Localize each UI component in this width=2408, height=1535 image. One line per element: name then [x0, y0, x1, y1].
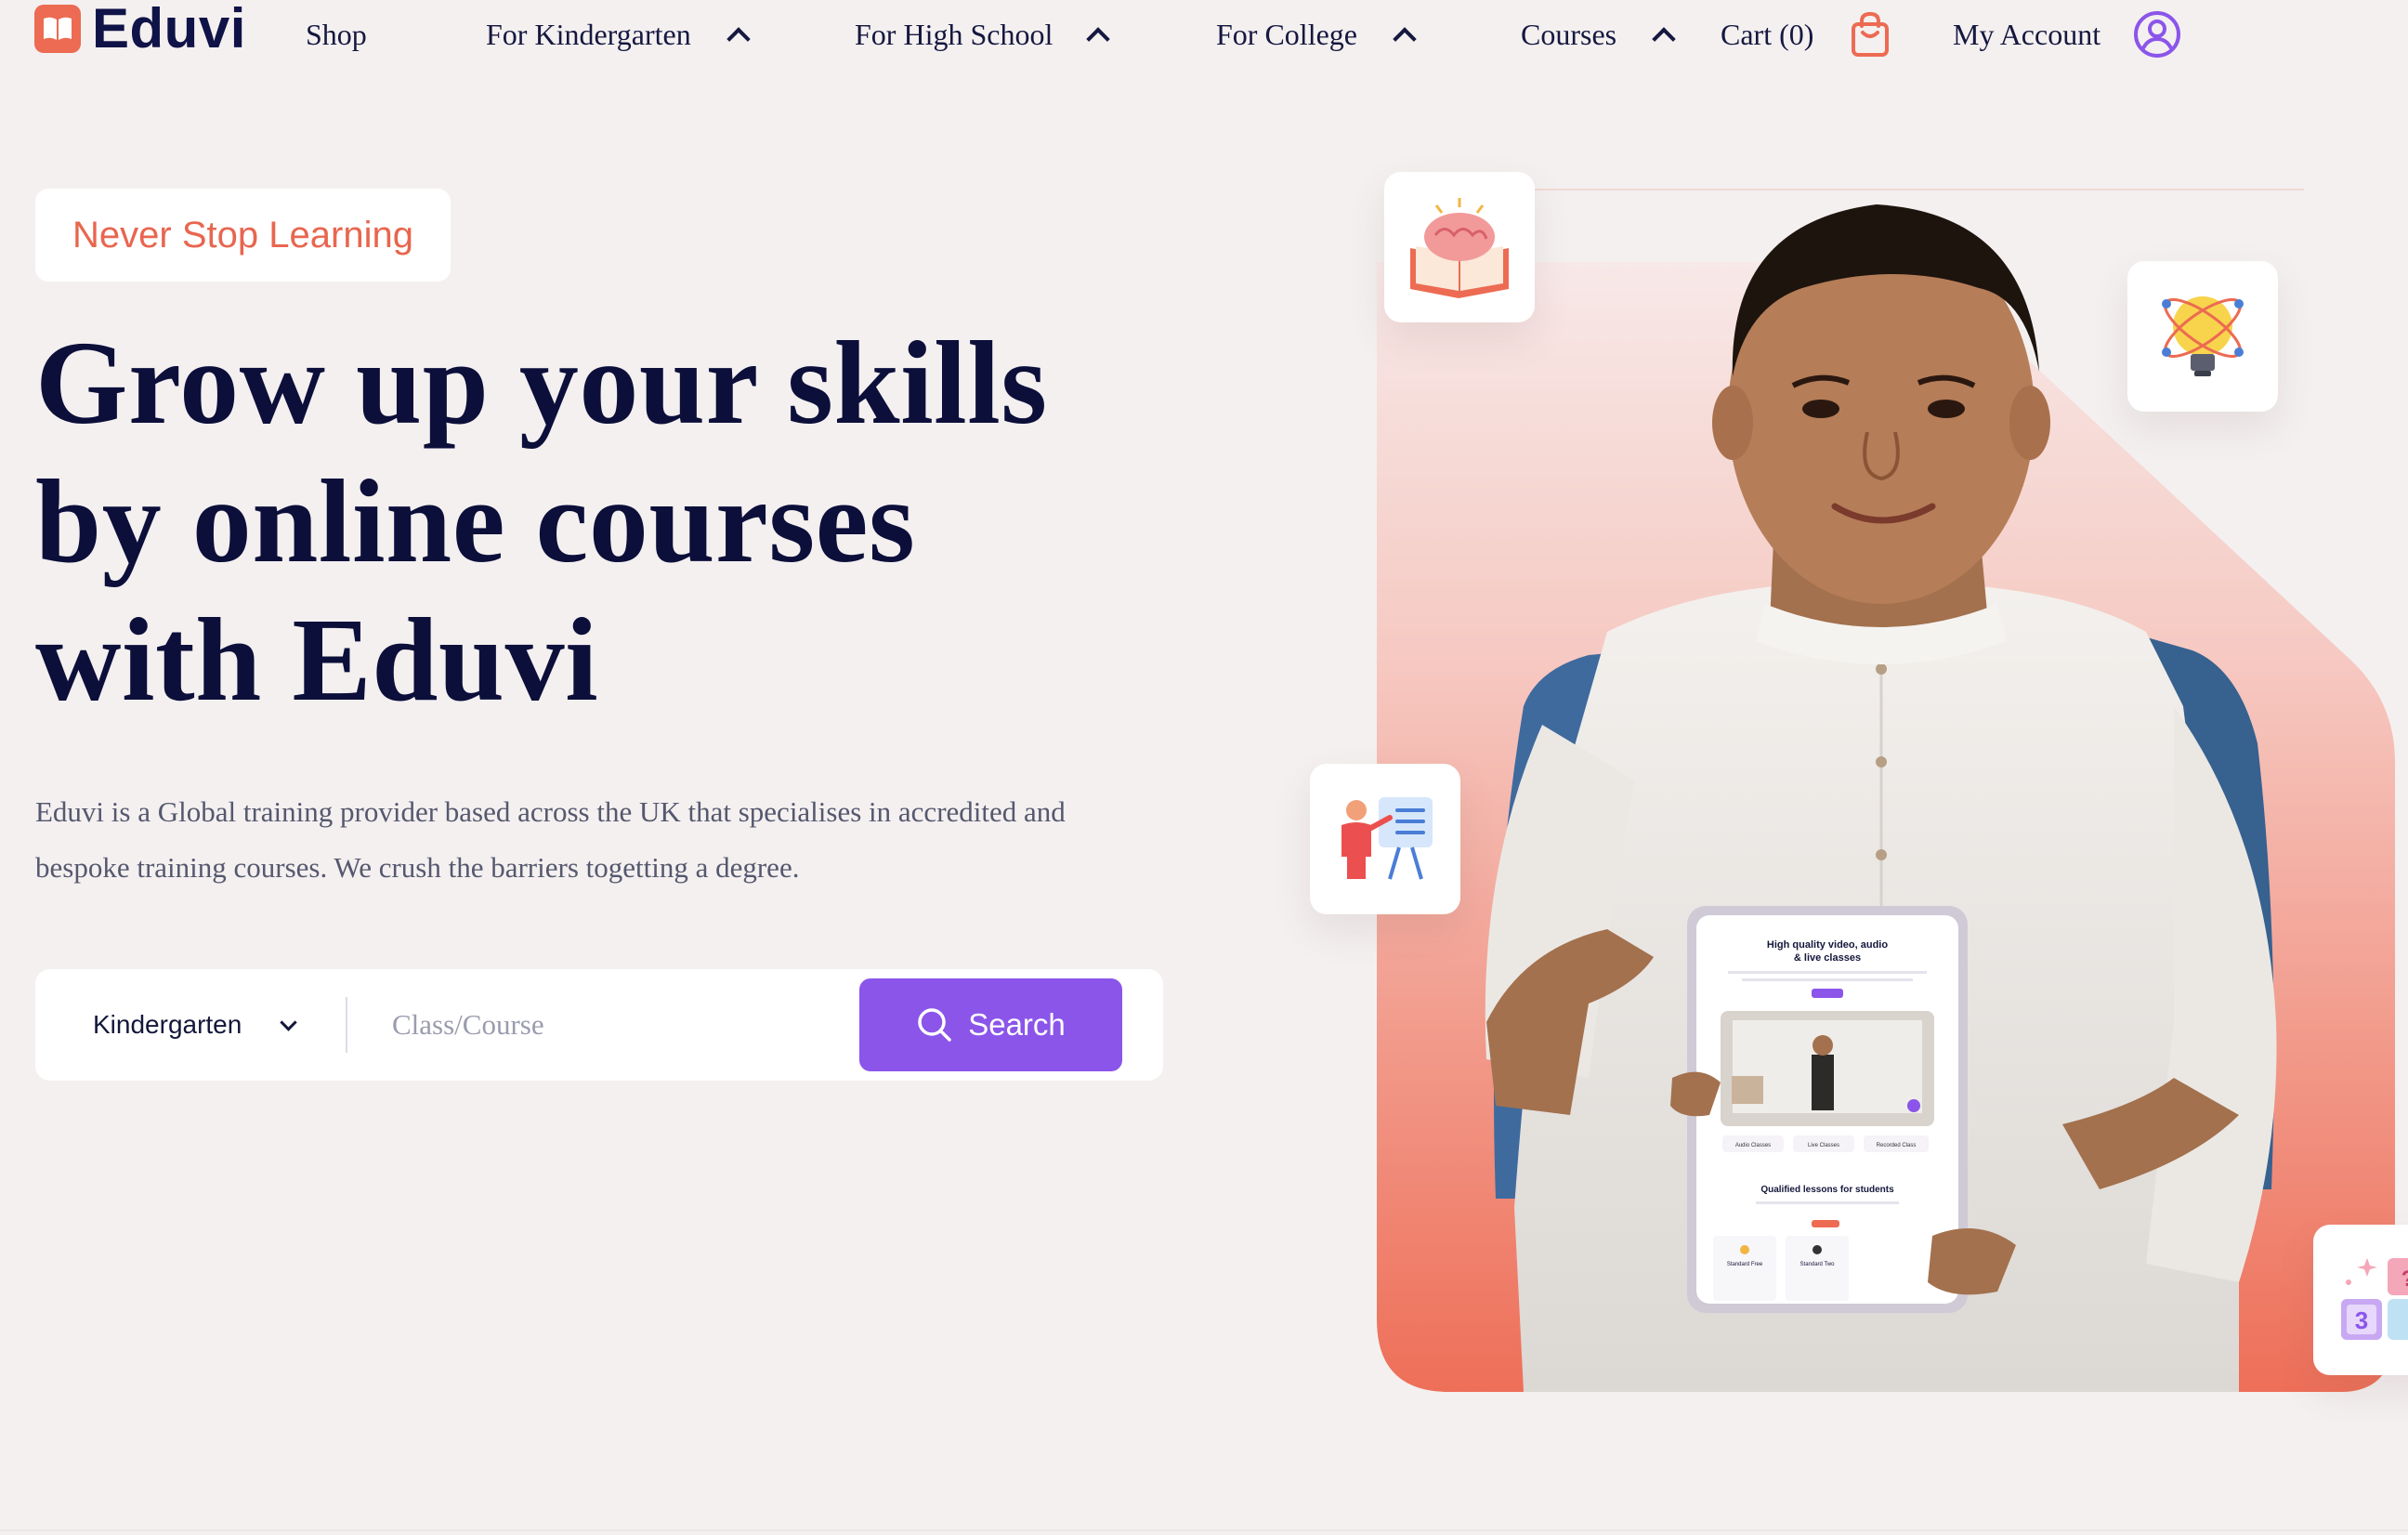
- never-stop-learning-tag: Never Stop Learning: [35, 189, 451, 282]
- headline-line-3: with Eduvi: [35, 594, 599, 726]
- atom-bulb-icon: [2162, 296, 2244, 376]
- course-search-bar: Kindergarten Search: [35, 969, 1163, 1081]
- chevron-up-icon: [1393, 27, 1417, 51]
- section-divider: [0, 1529, 2408, 1531]
- brand-name: Eduvi: [92, 0, 246, 59]
- nav-cart[interactable]: Cart (0): [1721, 13, 1813, 56]
- nav-shop[interactable]: Shop: [306, 13, 367, 56]
- user-circle-icon[interactable]: [2133, 10, 2181, 59]
- tablet-section-title: Qualified lessons for students: [1760, 1185, 1894, 1195]
- brain-book-card: [1384, 172, 1535, 322]
- nav-for-college[interactable]: For College: [1216, 13, 1417, 56]
- search-divider: [346, 997, 347, 1053]
- tablet-chip-2: Live Classes: [1808, 1143, 1839, 1148]
- tablet-chip-3: Recorded Class: [1877, 1143, 1917, 1148]
- search-button-label: Search: [968, 1007, 1066, 1042]
- top-navigation: Eduvi Shop For Kindergarten For High Sch…: [0, 0, 2408, 74]
- nav-for-high-school-label: For High School: [855, 18, 1054, 51]
- atom-bulb-card: [2127, 261, 2278, 412]
- nav-for-college-label: For College: [1216, 18, 1357, 51]
- nav-my-account-label: My Account: [1953, 18, 2101, 51]
- hero-headline: Grow up your skills by online courses wi…: [35, 314, 1150, 729]
- tablet-chip-1: Audio Classes: [1735, 1143, 1771, 1148]
- shopping-bag-icon[interactable]: [1851, 11, 1890, 58]
- nav-for-kindergarten-label: For Kindergarten: [486, 18, 691, 51]
- nav-courses-label: Courses: [1521, 18, 1617, 51]
- chevron-up-icon: [726, 27, 751, 51]
- tablet-plan-2: Standard Two: [1800, 1262, 1836, 1267]
- svg-text:?: ?: [2401, 1266, 2408, 1292]
- svg-text:3: 3: [2355, 1306, 2368, 1334]
- description-line-2: bespoke training courses. We crush the b…: [35, 851, 800, 884]
- number-blocks-card: 3 ?: [2313, 1225, 2408, 1375]
- hero-description: Eduvi is a Global training provider base…: [35, 784, 1178, 896]
- chevron-up-icon: [1086, 27, 1111, 51]
- tablet-device: High quality video, audio & live classes…: [1687, 906, 1968, 1313]
- nav-cart-label: Cart (0): [1721, 18, 1814, 51]
- description-line-1: Eduvi is a Global training provider base…: [35, 795, 1066, 828]
- class-course-input[interactable]: [392, 997, 857, 1053]
- chevron-down-icon: [280, 1013, 298, 1031]
- search-icon: [918, 1008, 951, 1042]
- search-button[interactable]: Search: [859, 978, 1122, 1071]
- teacher-board-card: [1310, 764, 1460, 914]
- headline-line-1: Grow up your skills: [35, 317, 1048, 449]
- nav-courses[interactable]: Courses: [1521, 13, 1676, 56]
- tag-label: Never Stop Learning: [72, 214, 413, 256]
- book-icon: [34, 5, 81, 53]
- tablet-plan-1: Standard Free: [1727, 1262, 1763, 1267]
- tablet-heading-1: High quality video, audio: [1767, 939, 1888, 951]
- level-select-value: Kindergarten: [93, 1010, 242, 1039]
- tablet-heading-2: & live classes: [1794, 952, 1861, 964]
- brand-logo[interactable]: Eduvi: [34, 0, 246, 59]
- teacher-board-icon: [1341, 797, 1433, 880]
- nav-shop-label: Shop: [306, 18, 367, 51]
- level-select[interactable]: Kindergarten: [93, 969, 298, 1081]
- nav-for-kindergarten[interactable]: For Kindergarten: [486, 13, 751, 56]
- chevron-up-icon: [1652, 27, 1676, 51]
- headline-line-2: by online courses: [35, 455, 916, 587]
- nav-my-account[interactable]: My Account: [1953, 13, 2100, 56]
- number-blocks-icon: 3 ?: [2341, 1258, 2408, 1340]
- nav-for-high-school[interactable]: For High School: [855, 13, 1111, 56]
- brain-book-icon: [1410, 198, 1509, 298]
